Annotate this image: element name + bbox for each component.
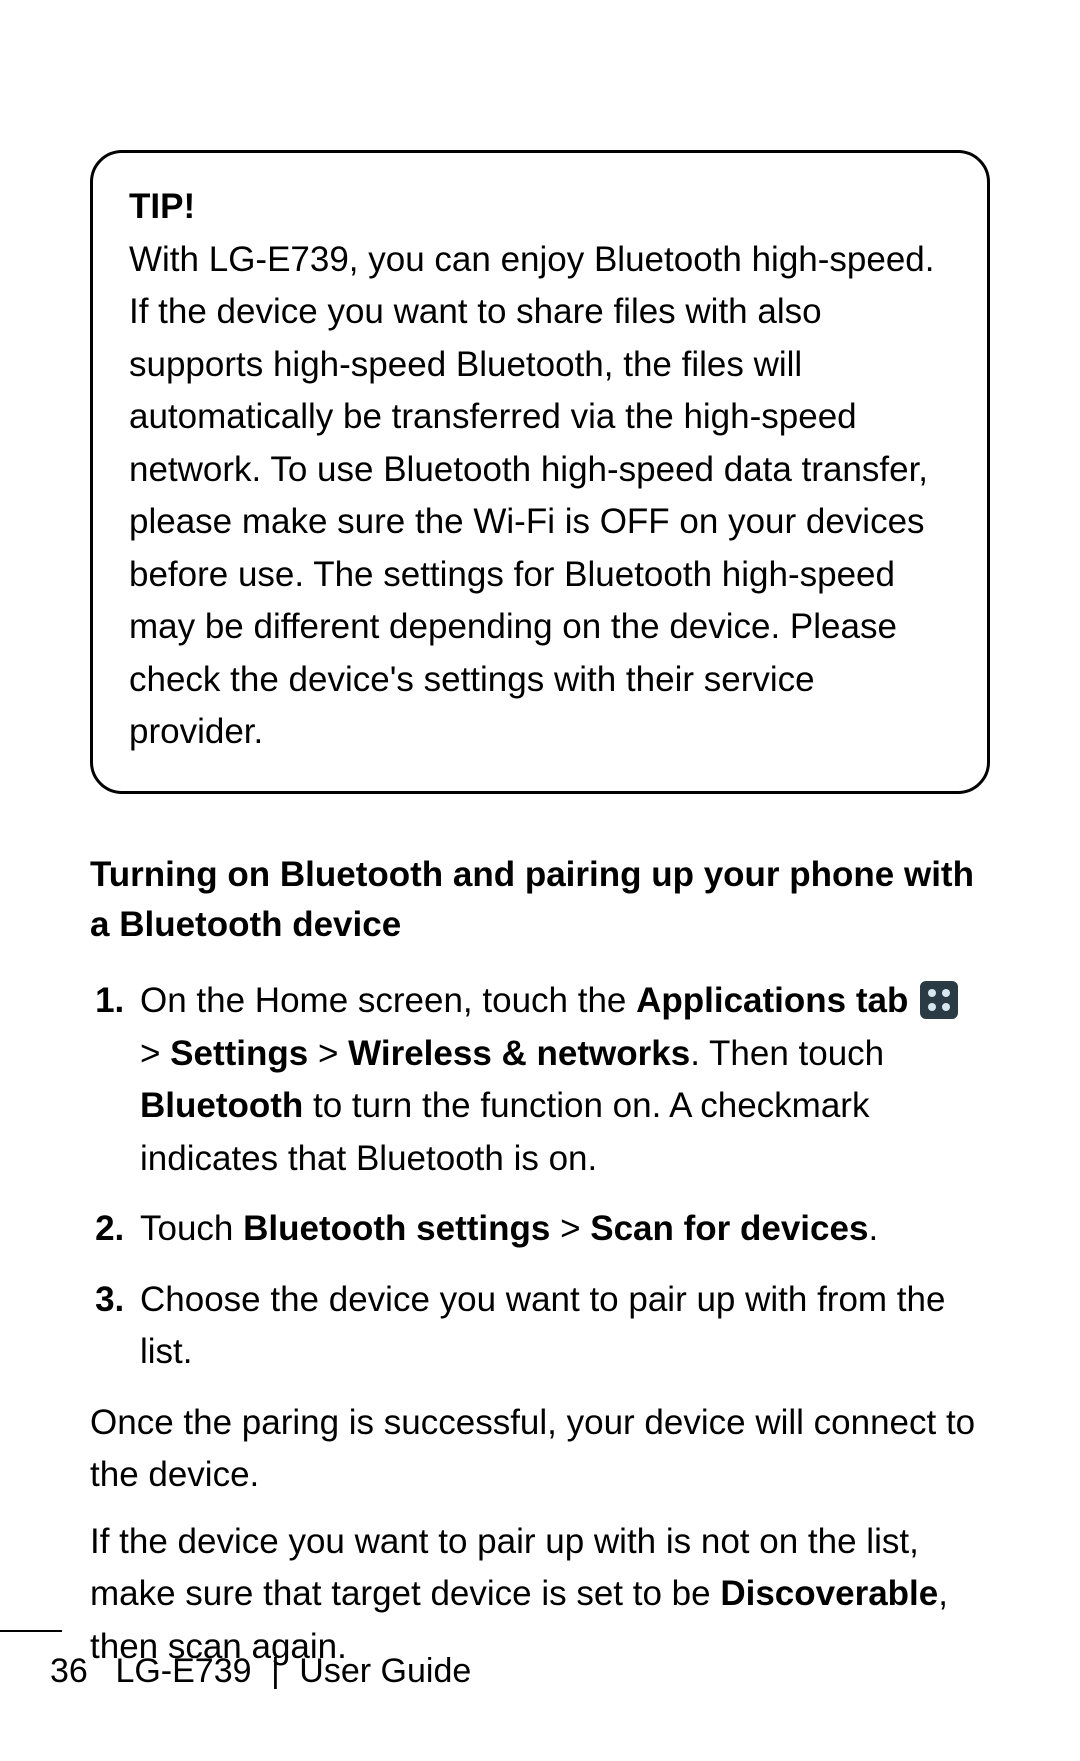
- tip-text-1: With LG-E739, you can enjoy Bluetooth hi…: [129, 240, 935, 279]
- step1-post1: . Then touch: [690, 1034, 884, 1073]
- footer-model: LG-E739: [115, 1652, 251, 1690]
- tip-title: TIP!: [129, 187, 195, 226]
- tip-callout-box: TIP! With LG-E739, you can enjoy Bluetoo…: [90, 150, 990, 794]
- tip-paragraph-2: If the device you want to share files wi…: [129, 286, 951, 759]
- apps-grid-icon: [920, 981, 958, 1019]
- steps-list: On the Home screen, touch the Applicatio…: [90, 975, 990, 1379]
- para2-discoverable: Discoverable: [720, 1574, 938, 1613]
- step1-arrow1: >: [140, 1034, 170, 1073]
- step1-wireless: Wireless & networks: [348, 1034, 690, 1073]
- step2-pre: Touch: [140, 1209, 243, 1248]
- page-footer: 36 LG-E739 | User Guide: [0, 1652, 1080, 1691]
- step1-arrow2: >: [308, 1034, 348, 1073]
- step1-settings: Settings: [170, 1034, 308, 1073]
- step-1: On the Home screen, touch the Applicatio…: [134, 975, 990, 1185]
- step2-arrow: >: [550, 1209, 590, 1248]
- step2-post: .: [868, 1209, 878, 1248]
- page-number: 36: [50, 1652, 106, 1691]
- section-heading: Turning on Bluetooth and pairing up your…: [90, 850, 990, 952]
- body-para-1: Once the paring is successful, your devi…: [90, 1397, 990, 1502]
- footer-guide: User Guide: [299, 1652, 471, 1690]
- footer-separator: |: [271, 1652, 280, 1690]
- page-container: TIP! With LG-E739, you can enjoy Bluetoo…: [0, 0, 1080, 1761]
- tip-paragraph-1: TIP! With LG-E739, you can enjoy Bluetoo…: [129, 181, 951, 286]
- step2-bt-settings: Bluetooth settings: [243, 1209, 550, 1248]
- body-para-2: If the device you want to pair up with i…: [90, 1516, 990, 1674]
- step-2: Touch Bluetooth settings > Scan for devi…: [134, 1203, 990, 1256]
- step1-apps-tab: Applications tab: [636, 981, 908, 1020]
- step-3: Choose the device you want to pair up wi…: [134, 1274, 990, 1379]
- step1-pre: On the Home screen, touch the: [140, 981, 636, 1020]
- step2-scan: Scan for devices: [590, 1209, 868, 1248]
- footer-rule: [0, 1630, 62, 1632]
- step1-bluetooth: Bluetooth: [140, 1086, 303, 1125]
